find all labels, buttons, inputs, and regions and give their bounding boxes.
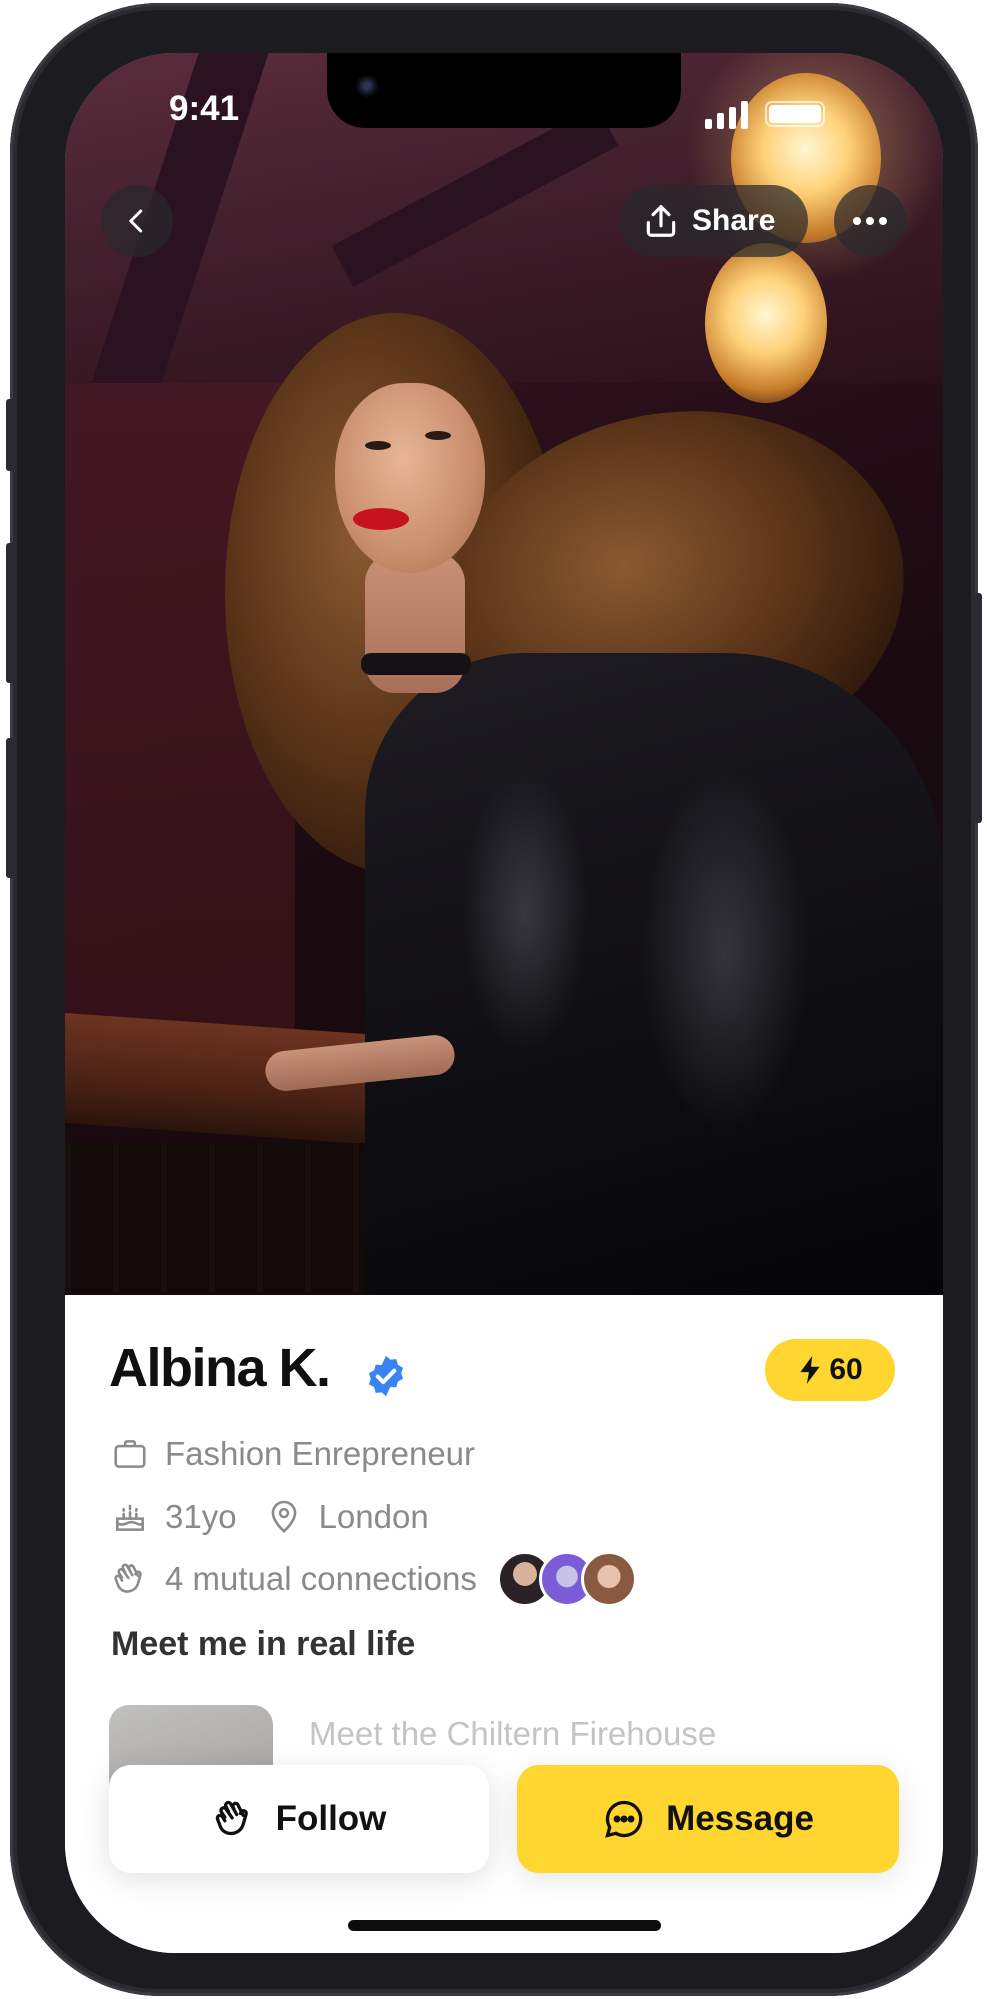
mutual-avatars [496, 1551, 637, 1607]
face [335, 383, 485, 573]
age-location-row: 31yo London [109, 1496, 429, 1538]
chevron-left-icon [129, 209, 143, 233]
signal-icon [705, 101, 748, 129]
profile-name: Albina K. [109, 1338, 331, 1398]
follow-button[interactable]: Follow [109, 1765, 489, 1873]
battery-icon [765, 101, 825, 127]
briefcase-icon [109, 1433, 151, 1475]
profile-photo [65, 53, 943, 1295]
screen: 9:41 Share Albina K. 60 Fashion Enrepren… [65, 53, 943, 1953]
occupation-text: Fashion Enrepreneur [165, 1435, 476, 1472]
points-value: 60 [829, 1353, 863, 1386]
points-badge[interactable]: 60 [765, 1339, 895, 1401]
birthday-cake-icon [109, 1496, 151, 1538]
eye [365, 441, 391, 450]
mute-switch [6, 399, 14, 471]
notch [327, 53, 681, 128]
occupation-row: Fashion Enrepreneur [109, 1433, 475, 1475]
section-title: Meet me in real life [111, 1625, 416, 1663]
phone-frame: 9:41 Share Albina K. 60 Fashion Enrepren… [6, 3, 982, 1996]
more-horizontal-icon [853, 217, 887, 225]
lamp [705, 243, 827, 403]
follow-label: Follow [275, 1799, 387, 1838]
wave-hand-icon [215, 1800, 248, 1836]
event-title[interactable]: Meet the Chiltern Firehouse [309, 1715, 716, 1753]
share-icon [646, 205, 676, 237]
message-button[interactable]: Message [517, 1765, 899, 1873]
mutual-connections-text: 4 mutual connections [165, 1560, 477, 1597]
location-pin-icon [263, 1496, 305, 1538]
lightning-icon [800, 1356, 820, 1384]
mutual-connections-row[interactable]: 4 mutual connections [109, 1551, 637, 1607]
share-label: Share [692, 204, 776, 237]
avatar [580, 1551, 637, 1607]
choker [361, 653, 471, 675]
volume-up-button [6, 543, 14, 683]
volume-down-button [6, 738, 14, 878]
back-button[interactable] [101, 185, 173, 257]
chat-bubble-icon [605, 1800, 643, 1838]
power-button [974, 593, 982, 823]
location-text: London [318, 1498, 429, 1535]
more-options-button[interactable] [834, 185, 906, 257]
velvet-jacket [365, 653, 943, 1295]
front-camera [356, 75, 378, 97]
message-label: Message [666, 1799, 814, 1838]
age-text: 31yo [165, 1498, 237, 1535]
home-indicator[interactable] [348, 1920, 661, 1931]
verified-badge-icon [368, 1355, 404, 1397]
share-button[interactable]: Share [620, 185, 808, 257]
lips [353, 508, 409, 530]
wave-hand-icon [109, 1558, 151, 1600]
status-time: 9:41 [169, 89, 240, 128]
eye [425, 431, 451, 440]
